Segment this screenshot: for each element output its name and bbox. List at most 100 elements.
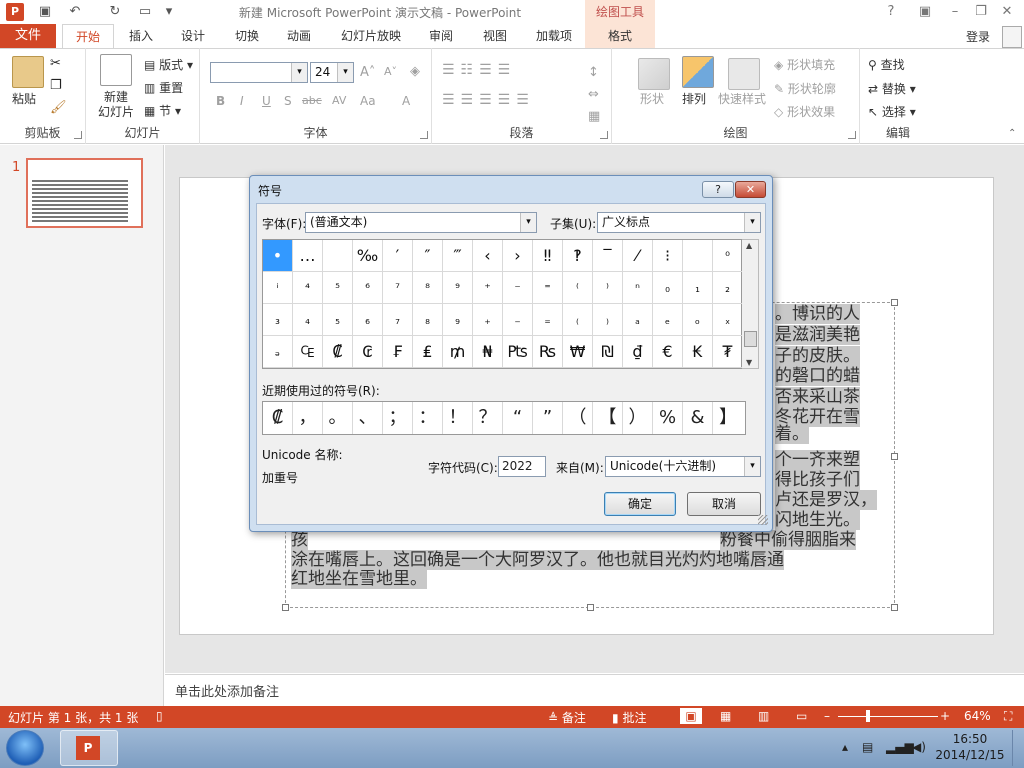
- tab-slideshow[interactable]: 幻灯片放映: [334, 24, 408, 48]
- normal-view-icon[interactable]: ▣: [680, 708, 702, 724]
- recent-symbol-cell[interactable]: 、: [353, 402, 383, 434]
- strikethrough-button[interactable]: abc: [302, 94, 322, 107]
- symbol-cell[interactable]: ₪: [593, 336, 623, 368]
- recent-symbol-cell[interactable]: ？: [473, 402, 503, 434]
- symbol-cell[interactable]: ⁾: [593, 272, 623, 304]
- zoom-slider[interactable]: [838, 716, 938, 717]
- zoom-out-icon[interactable]: –: [824, 709, 830, 723]
- reading-view-icon[interactable]: ▥: [758, 709, 769, 723]
- symbol-cell[interactable]: ₋: [503, 304, 533, 336]
- symbol-cell[interactable]: ⁿ: [623, 272, 653, 304]
- symbol-cell[interactable]: ₦: [473, 336, 503, 368]
- tab-home[interactable]: 开始: [62, 24, 114, 48]
- symbol-cell[interactable]: ⁶: [353, 272, 383, 304]
- resize-handle[interactable]: [891, 604, 898, 611]
- quick-styles-button[interactable]: 快速样式: [718, 90, 766, 107]
- fit-slide-icon[interactable]: ⛶: [1004, 709, 1012, 724]
- subset-select[interactable]: 广义标点 ▾: [597, 212, 761, 233]
- symbol-cell[interactable]: ₄: [293, 304, 323, 336]
- symbol-cell[interactable]: ₨: [533, 336, 563, 368]
- symbol-cell[interactable]: ₔ: [263, 336, 293, 368]
- symbol-cell[interactable]: ₎: [593, 304, 623, 336]
- slide-sorter-icon[interactable]: ▦: [720, 709, 731, 723]
- zoom-in-icon[interactable]: +: [940, 709, 950, 723]
- symbol-cell[interactable]: ₃: [263, 304, 293, 336]
- collapse-ribbon-icon[interactable]: ⌃: [1008, 128, 1016, 139]
- quick-styles-icon[interactable]: [728, 58, 760, 90]
- symbol-cell[interactable]: ₩: [563, 336, 593, 368]
- symbol-cell[interactable]: ₀: [653, 272, 683, 304]
- recent-symbol-cell[interactable]: ！: [443, 402, 473, 434]
- italic-button[interactable]: I: [240, 94, 244, 108]
- symbol-grid-scrollbar[interactable]: [742, 239, 759, 369]
- drawing-launcher-icon[interactable]: [848, 131, 856, 139]
- resize-handle[interactable]: [587, 604, 594, 611]
- grow-font-icon[interactable]: A˄: [360, 65, 375, 80]
- symbol-cell[interactable]: ₉: [443, 304, 473, 336]
- char-spacing-button[interactable]: AV: [332, 94, 346, 107]
- symbol-cell[interactable]: ₧: [503, 336, 533, 368]
- symbol-cell[interactable]: ₐ: [623, 304, 653, 336]
- find-button[interactable]: ⚲ 查找: [868, 56, 905, 73]
- symbol-cell[interactable]: ₒ: [683, 304, 713, 336]
- volume-icon[interactable]: ◀): [912, 740, 926, 754]
- symbol-cell[interactable]: ⁹: [443, 272, 473, 304]
- recent-symbol-cell[interactable]: &: [683, 402, 713, 434]
- symbol-cell[interactable]: ₫: [623, 336, 653, 368]
- shape-fill-button[interactable]: ◈ 形状填充: [774, 56, 835, 73]
- from-select[interactable]: Unicode(十六进制) ▾: [605, 456, 761, 477]
- tab-design[interactable]: 设计: [170, 24, 216, 48]
- recent-symbol-cell[interactable]: ：: [413, 402, 443, 434]
- symbol-cell[interactable]: ⁻: [503, 272, 533, 304]
- recent-symbol-cell[interactable]: ）: [623, 402, 653, 434]
- notes-placeholder[interactable]: 单击此处添加备注: [175, 681, 279, 700]
- symbol-cell[interactable]: ₇: [383, 304, 413, 336]
- shapes-button[interactable]: 形状: [640, 90, 664, 107]
- symbol-cell[interactable]: ⁱ: [263, 272, 293, 304]
- arrange-button[interactable]: 排列: [682, 90, 706, 107]
- tab-format[interactable]: 格式: [585, 24, 655, 48]
- ribbon-display-icon[interactable]: ▣: [914, 2, 936, 22]
- symbol-cell[interactable]: ⁰: [713, 240, 743, 272]
- symbol-cell[interactable]: •: [263, 240, 293, 272]
- close-icon[interactable]: ✕: [996, 2, 1018, 22]
- recent-symbol-cell[interactable]: %: [653, 402, 683, 434]
- zoom-slider-thumb[interactable]: [866, 710, 870, 722]
- tab-insert[interactable]: 插入: [118, 24, 164, 48]
- symbol-cell[interactable]: [323, 240, 353, 272]
- resize-handle[interactable]: [891, 453, 898, 460]
- tray-app-icon[interactable]: ▤: [862, 740, 873, 754]
- symbol-cell[interactable]: €: [653, 336, 683, 368]
- tab-addins[interactable]: 加载项: [530, 24, 578, 48]
- dialog-help-button[interactable]: ?: [702, 181, 734, 198]
- tab-transitions[interactable]: 切换: [224, 24, 270, 48]
- char-code-input[interactable]: 2022: [498, 456, 546, 477]
- symbol-cell[interactable]: ″: [413, 240, 443, 272]
- tab-file[interactable]: 文件: [0, 24, 56, 48]
- symbol-cell[interactable]: ‴: [443, 240, 473, 272]
- symbol-cell[interactable]: ⁺: [473, 272, 503, 304]
- text-direction-icon[interactable]: ↕ ⇔ ▦: [588, 62, 600, 128]
- format-painter-icon[interactable]: 🖌: [50, 100, 67, 115]
- tab-review[interactable]: 审阅: [418, 24, 464, 48]
- arrange-icon[interactable]: [682, 56, 714, 88]
- dialog-resize-grip[interactable]: [758, 515, 768, 525]
- paragraph-launcher-icon[interactable]: [600, 131, 608, 139]
- symbol-cell[interactable]: ₡: [323, 336, 353, 368]
- paste-button[interactable]: 粘贴: [12, 90, 36, 107]
- symbol-cell[interactable]: ⁼: [533, 272, 563, 304]
- symbol-cell[interactable]: ‼: [533, 240, 563, 272]
- align-icon[interactable]: ☰☰☰☰☰: [442, 92, 535, 108]
- new-slide-icon[interactable]: [100, 54, 132, 86]
- recent-symbol-cell[interactable]: 。: [323, 402, 353, 434]
- symbol-cell[interactable]: ₥: [443, 336, 473, 368]
- bullets-icon[interactable]: ☰☷☰☰: [442, 62, 516, 78]
- recent-symbol-cell[interactable]: ”: [533, 402, 563, 434]
- font-select[interactable]: (普通文本) ▾: [305, 212, 537, 233]
- font-launcher-icon[interactable]: [420, 131, 428, 139]
- cancel-button[interactable]: 取消: [687, 492, 761, 516]
- symbol-cell[interactable]: ₣: [383, 336, 413, 368]
- resize-handle[interactable]: [891, 299, 898, 306]
- symbol-cell[interactable]: ′: [383, 240, 413, 272]
- restore-icon[interactable]: ❐: [970, 2, 992, 22]
